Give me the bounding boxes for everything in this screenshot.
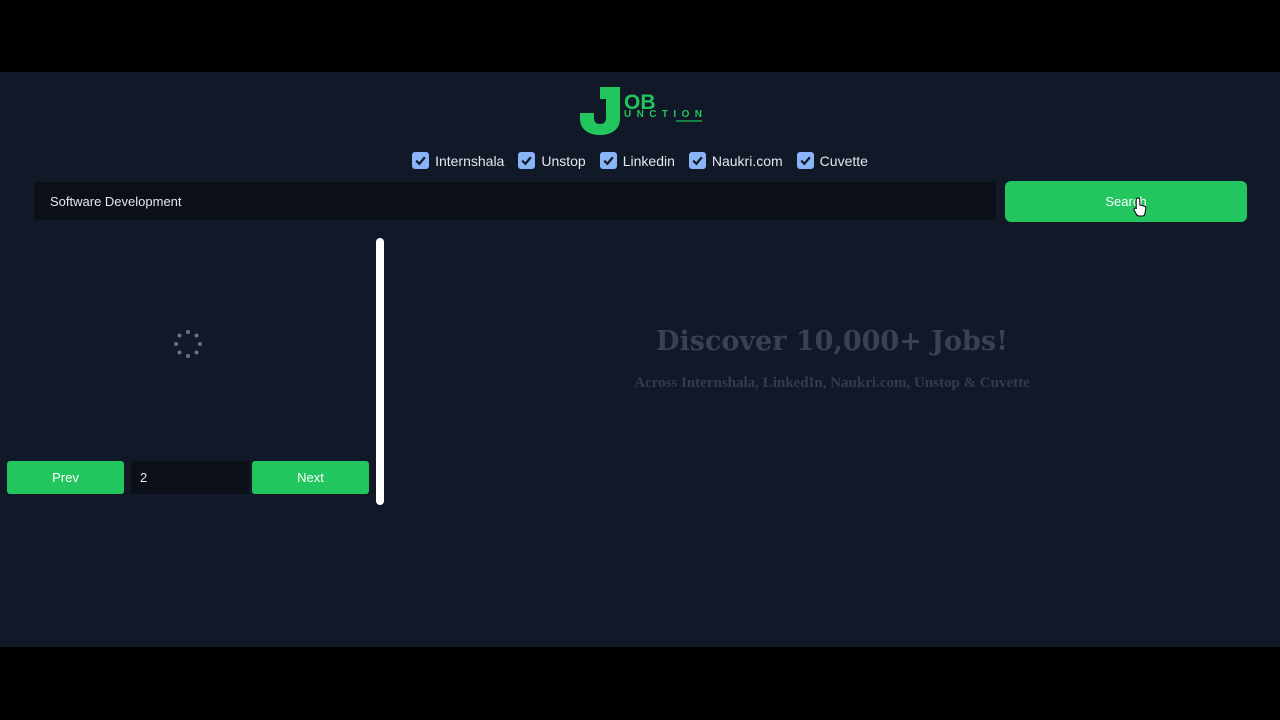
source-label-unstop: Unstop bbox=[541, 152, 586, 169]
source-naukri[interactable]: Naukri.com bbox=[688, 152, 783, 169]
job-junction-logo: OB UNCTION bbox=[580, 87, 702, 135]
unstop-checkbox[interactable] bbox=[518, 152, 536, 169]
page-number-input[interactable] bbox=[131, 461, 249, 494]
checkmark-icon bbox=[415, 156, 426, 166]
prev-button[interactable]: Prev bbox=[7, 461, 124, 494]
source-filter-list: Internshala Unstop Linkedin Naukri.com C… bbox=[0, 152, 1280, 169]
search-input[interactable] bbox=[34, 182, 996, 220]
source-internshala[interactable]: Internshala bbox=[412, 152, 504, 169]
source-cuvette[interactable]: Cuvette bbox=[796, 152, 868, 169]
source-label-cuvette: Cuvette bbox=[819, 152, 868, 169]
source-linkedin[interactable]: Linkedin bbox=[599, 152, 675, 169]
source-label-naukri: Naukri.com bbox=[711, 152, 783, 169]
hero-subtitle: Across Internshala, LinkedIn, Naukri.com… bbox=[634, 375, 1030, 391]
checkmark-icon bbox=[800, 156, 811, 166]
checkmark-icon bbox=[603, 156, 614, 166]
logo-text-bottom: UNCTION bbox=[624, 109, 702, 120]
hand-pointer-icon bbox=[1133, 197, 1147, 217]
letterbox-bottom bbox=[0, 647, 1280, 720]
spinner-icon bbox=[174, 330, 202, 358]
checkmark-icon bbox=[521, 156, 533, 166]
source-unstop[interactable]: Unstop bbox=[518, 152, 586, 169]
linkedin-checkbox[interactable] bbox=[599, 152, 617, 169]
letterbox-top bbox=[0, 0, 1280, 72]
pagination: Prev Next bbox=[7, 461, 369, 494]
next-button[interactable]: Next bbox=[252, 461, 369, 494]
panel-scrollbar[interactable] bbox=[376, 238, 384, 505]
prev-button-label: Prev bbox=[52, 470, 79, 485]
app-window: OB UNCTION Internshala Unstop Linkedin N… bbox=[0, 72, 1280, 647]
source-label-internshala: Internshala bbox=[435, 152, 505, 169]
source-label-linkedin: Linkedin bbox=[622, 152, 675, 169]
hero-title: Discover 10,000+ Jobs! bbox=[656, 326, 1008, 357]
next-button-label: Next bbox=[297, 470, 324, 485]
search-button[interactable]: Search bbox=[1005, 181, 1247, 222]
internshala-checkbox[interactable] bbox=[412, 152, 430, 169]
naukri-checkbox[interactable] bbox=[688, 152, 706, 169]
checkmark-icon bbox=[692, 156, 703, 166]
cuvette-checkbox[interactable] bbox=[796, 152, 814, 169]
job-list-panel: Prev Next bbox=[0, 238, 376, 508]
